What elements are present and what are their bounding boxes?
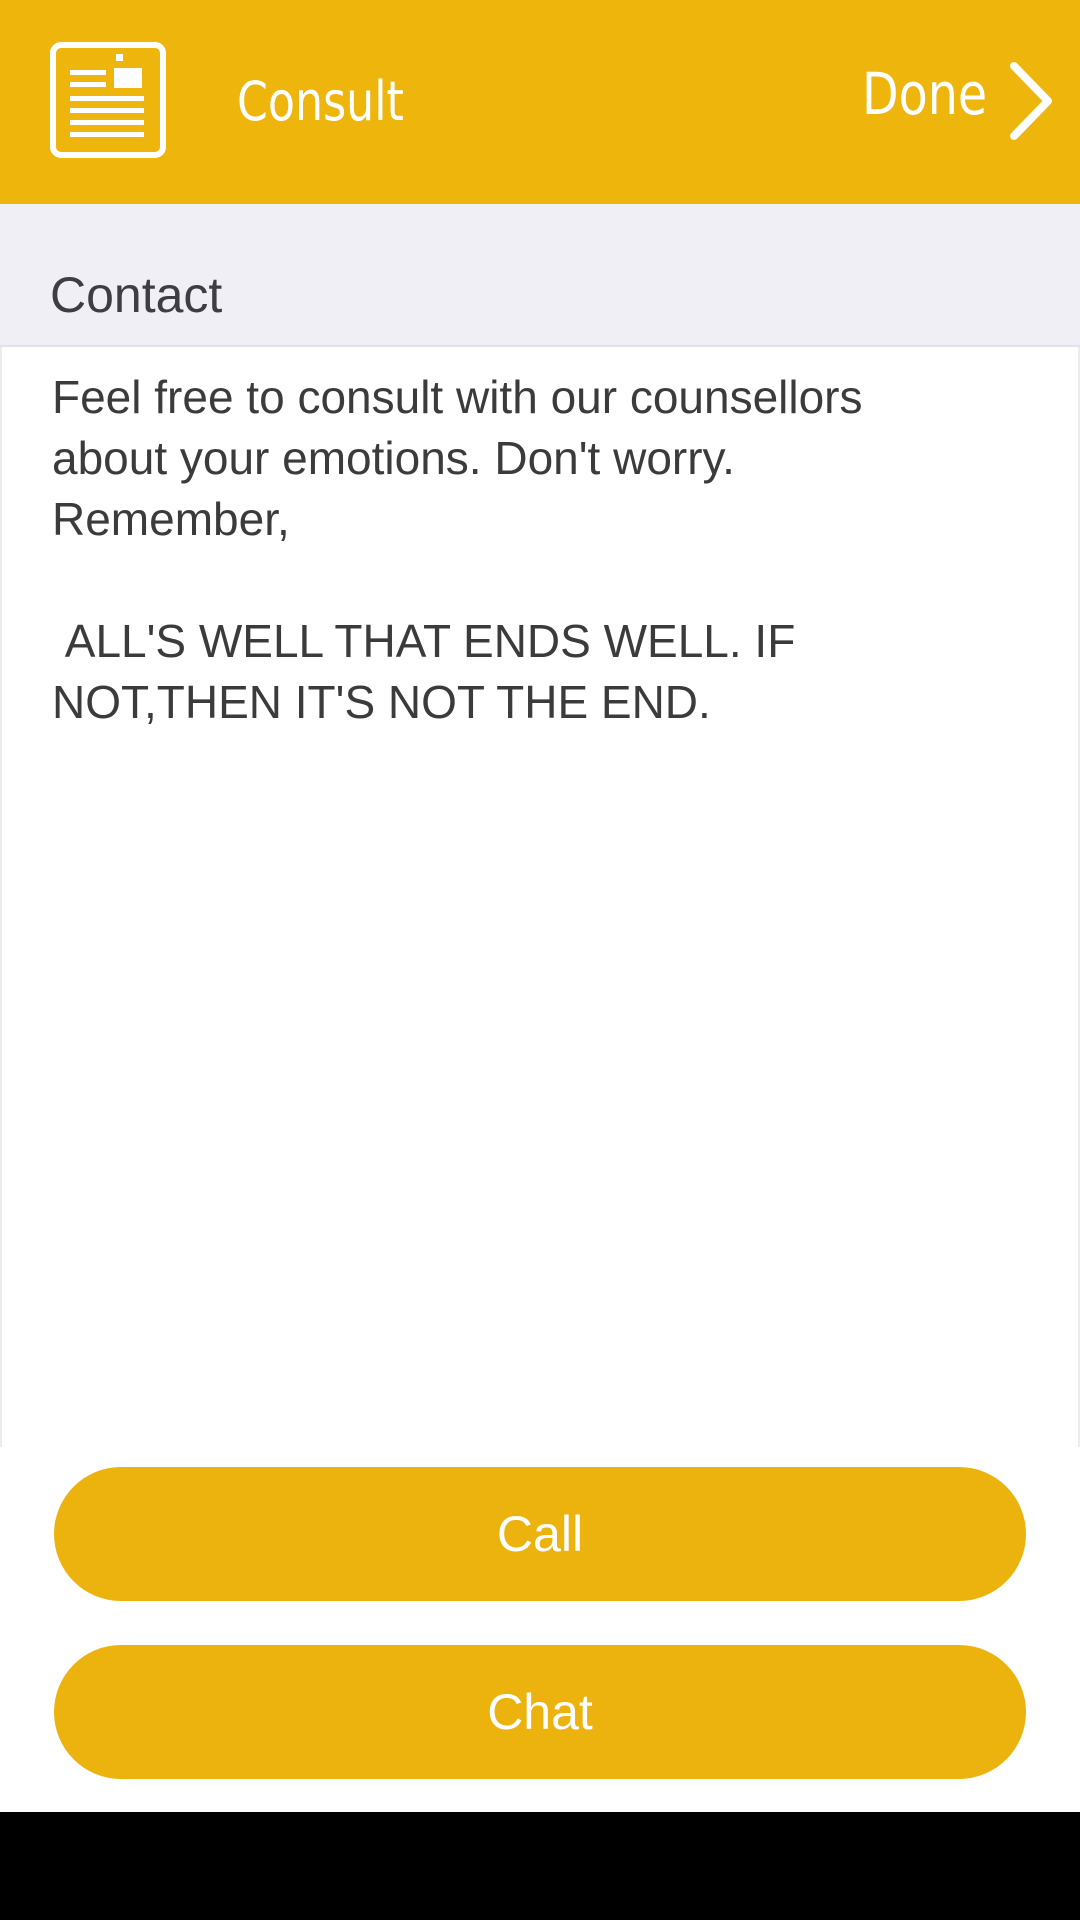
content-panel: Feel free to consult with our counsellor… bbox=[0, 347, 1080, 1447]
consult-screen: Consult Done Contact Feel free to consul… bbox=[0, 0, 1080, 1920]
section-title: Contact bbox=[50, 267, 223, 323]
consult-message: Feel free to consult with our counsellor… bbox=[52, 371, 863, 728]
system-navigation-bar bbox=[0, 1812, 1080, 1920]
done-label: Done bbox=[862, 60, 988, 128]
chat-button[interactable]: Chat bbox=[54, 1645, 1026, 1779]
done-button[interactable]: Done bbox=[840, 40, 1080, 170]
top-app-bar: Consult Done bbox=[0, 0, 1080, 204]
document-icon bbox=[50, 42, 166, 158]
section-header: Contact bbox=[0, 204, 1080, 347]
page-title: Consult bbox=[237, 70, 404, 133]
chevron-right-icon bbox=[1010, 62, 1052, 140]
call-button[interactable]: Call bbox=[54, 1467, 1026, 1601]
